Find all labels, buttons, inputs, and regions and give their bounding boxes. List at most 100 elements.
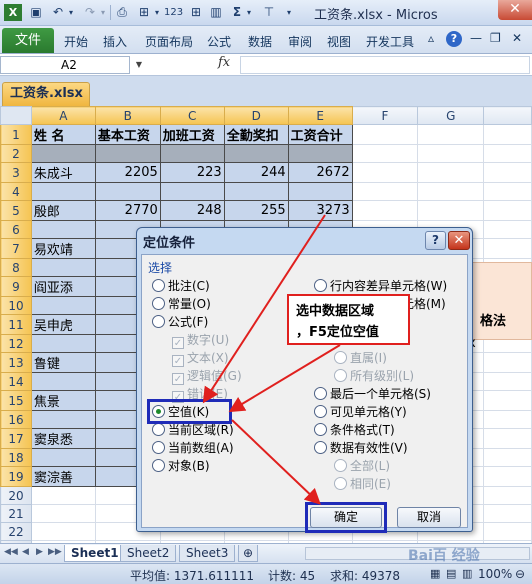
column-header[interactable]: C [159, 106, 225, 125]
table-cell[interactable] [30, 448, 96, 467]
table-cell[interactable]: 244 [223, 162, 289, 183]
row-header[interactable]: 18 [0, 448, 32, 467]
formula-input[interactable] [240, 56, 530, 74]
table-cell[interactable]: 窦淙善 [30, 466, 96, 487]
select-all-corner[interactable] [0, 106, 32, 125]
tab-view[interactable]: 视图 [327, 33, 351, 50]
option-data-validation[interactable]: 数据有效性(V) [314, 440, 408, 456]
table-cell[interactable] [30, 220, 96, 239]
table-cell[interactable]: 3273 [287, 200, 353, 221]
table-cell[interactable] [483, 352, 532, 373]
tab-insert[interactable]: 插入 [103, 33, 127, 50]
table-cell[interactable] [483, 486, 532, 505]
zoom-out-icon[interactable]: ⊖ [515, 567, 525, 581]
table-cell[interactable] [30, 522, 96, 541]
check-numbers[interactable]: ✓ 数字(U) [172, 332, 229, 349]
row-header[interactable]: 11 [0, 314, 32, 335]
column-header[interactable]: G [417, 106, 485, 125]
next-sheet-icon[interactable]: ▶ [36, 547, 43, 557]
row-header[interactable]: 4 [0, 182, 32, 201]
table-cell[interactable] [417, 162, 485, 183]
freeze-icon[interactable]: ▥ [208, 4, 224, 21]
table-cell[interactable] [351, 162, 419, 183]
option-all-levels[interactable]: 所有级别(L) [334, 368, 414, 384]
tab-file[interactable]: 文件 [2, 28, 54, 53]
row-header[interactable]: 8 [0, 258, 32, 277]
row-header[interactable]: 1 [0, 124, 32, 145]
dialog-help-button[interactable]: ? [425, 231, 446, 250]
view-normal-icon[interactable]: ▦ [430, 567, 440, 580]
row-header[interactable]: 12 [0, 334, 32, 353]
table-cell[interactable] [483, 238, 532, 259]
table-cell[interactable] [483, 448, 532, 467]
align-icon[interactable]: ⊤ [262, 4, 276, 21]
row-header[interactable]: 10 [0, 296, 32, 315]
table-cell[interactable]: 朱成斗 [30, 162, 96, 183]
table-cell[interactable]: 255 [223, 200, 289, 221]
table-cell[interactable] [483, 124, 532, 145]
option-validation-same[interactable]: 相同(E) [334, 476, 391, 492]
table-cell[interactable] [30, 372, 96, 391]
table-cell[interactable] [30, 144, 96, 163]
table-cell[interactable] [159, 182, 225, 201]
table-cell[interactable]: 吴申虎 [30, 314, 96, 335]
table-cell[interactable] [483, 428, 532, 449]
autosum-dropdown-icon[interactable]: ▾ [244, 4, 254, 21]
tab-formulas[interactable]: 公式 [207, 33, 231, 50]
name-box[interactable]: A2 [0, 56, 130, 74]
redo-dropdown-icon[interactable]: ▾ [98, 4, 108, 21]
table-cell[interactable] [30, 504, 96, 523]
tab-page-layout[interactable]: 页面布局 [145, 33, 193, 50]
first-sheet-icon[interactable]: ◀◀ [4, 547, 18, 557]
table-cell[interactable] [483, 200, 532, 221]
window-close-icon[interactable]: ✕ [498, 0, 532, 20]
table-cell[interactable]: 加班工资 [159, 124, 225, 145]
table-cell[interactable] [30, 334, 96, 353]
insert-sheet-icon[interactable]: ⊕ [238, 545, 259, 562]
table-cell[interactable]: 阎亚添 [30, 276, 96, 297]
option-visible-cells[interactable]: 可见单元格(Y) [314, 404, 407, 420]
table-cell[interactable] [483, 504, 532, 523]
option-conditional-formats[interactable]: 条件格式(T) [314, 422, 395, 438]
restore-icon[interactable]: ❐ [490, 31, 501, 45]
tab-developer[interactable]: 开发工具 [366, 33, 414, 50]
last-sheet-icon[interactable]: ▶▶ [48, 547, 62, 557]
table-cell[interactable] [30, 410, 96, 429]
table-cell[interactable] [159, 144, 225, 163]
sheet-tab-2[interactable]: Sheet2 [120, 545, 177, 562]
table-cell[interactable] [287, 182, 353, 201]
cancel-button[interactable]: 取消 [397, 507, 461, 528]
table-cell[interactable]: 焦景 [30, 390, 96, 411]
excel-app-icon[interactable]: X [4, 4, 22, 21]
table-cell[interactable] [30, 182, 96, 201]
option-validation-all[interactable]: 全部(L) [334, 458, 390, 474]
table-icon[interactable]: ⊞ [188, 4, 204, 21]
table-cell[interactable]: 2672 [287, 162, 353, 183]
sheet-tab-3[interactable]: Sheet3 [179, 545, 236, 562]
tab-review[interactable]: 审阅 [288, 33, 312, 50]
help-icon[interactable]: ? [446, 31, 462, 47]
table-cell[interactable]: 2770 [94, 200, 161, 221]
check-text[interactable]: ✓ 文本(X) [172, 350, 229, 367]
table-cell[interactable]: 鲁键 [30, 352, 96, 373]
autosum-icon[interactable]: Σ [230, 4, 244, 21]
option-objects[interactable]: 对象(B) [152, 458, 210, 474]
table-cell[interactable]: 223 [159, 162, 225, 183]
undo-icon[interactable]: ↶ [50, 4, 66, 21]
table-cell[interactable] [30, 486, 96, 505]
table-cell[interactable] [483, 220, 532, 239]
format-dropdown-icon[interactable]: ▾ [152, 4, 162, 21]
table-cell[interactable]: 殷郎 [30, 200, 96, 221]
table-cell[interactable] [223, 144, 289, 163]
minimize-icon[interactable]: — [470, 31, 482, 45]
redo-icon[interactable]: ↷ [82, 4, 98, 21]
table-cell[interactable] [483, 466, 532, 487]
table-cell[interactable] [287, 144, 353, 163]
row-header[interactable]: 21 [0, 504, 32, 523]
option-constants[interactable]: 常量(O) [152, 296, 211, 312]
table-cell[interactable] [483, 390, 532, 411]
table-cell[interactable] [223, 182, 289, 201]
row-header[interactable]: 16 [0, 410, 32, 429]
table-cell[interactable] [417, 182, 485, 201]
table-cell[interactable] [351, 124, 419, 145]
